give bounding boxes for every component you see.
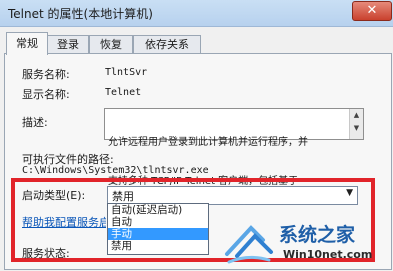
watermark-logo: 系统之家 Win10net.com <box>223 214 393 268</box>
tab-general[interactable]: 常规 <box>6 32 48 55</box>
title-bar: Telnet 的属性(本地计算机) ✕ <box>0 0 393 27</box>
tab-label: 登录 <box>57 38 79 51</box>
dropdown-option-auto[interactable]: 自动 <box>108 216 208 228</box>
description-label: 描述: <box>22 116 48 129</box>
description-textbox[interactable]: 允许远程用户登录到此计算机并运行程序，并 支持多种 TCP/IP Telnet … <box>104 108 364 187</box>
tab-logon[interactable]: 登录 <box>47 35 89 54</box>
watermark-url: Win10net.com <box>283 248 373 261</box>
chevron-down-icon[interactable]: ▼ <box>346 188 353 198</box>
window-title: Telnet 的属性(本地计算机) <box>8 7 153 21</box>
tab-label: 依存关系 <box>145 38 189 51</box>
description-scrollbar[interactable]: ▲ ▼ <box>349 109 363 139</box>
tab-label: 恢复 <box>100 38 122 51</box>
service-name-value: TlntSvr <box>105 67 148 78</box>
tab-recovery[interactable]: 恢复 <box>89 35 133 54</box>
exe-path-value: C:\Windows\System32\tlntsvr.exe <box>22 165 209 176</box>
dropdown-option-disabled[interactable]: 禁用 <box>108 240 208 252</box>
dropdown-option-manual[interactable]: 手动 <box>108 228 208 240</box>
close-button[interactable]: ✕ <box>352 1 392 21</box>
display-name-label: 显示名称: <box>22 88 70 101</box>
close-icon: ✕ <box>366 3 378 18</box>
tab-dependencies[interactable]: 依存关系 <box>133 35 201 54</box>
description-line: 允许远程用户登录到此计算机并运行程序，并 <box>108 137 308 148</box>
startup-type-value: 禁用 <box>112 190 134 203</box>
scroll-up-icon[interactable]: ▲ <box>350 109 363 122</box>
service-name-label: 服务名称: <box>22 68 70 81</box>
help-configure-link[interactable]: 帮助我配置服务启 <box>22 214 106 230</box>
startup-type-dropdown[interactable]: 自动(延迟启动) 自动 手动 禁用 <box>107 203 209 255</box>
service-status-label: 服务状态: <box>22 247 70 260</box>
dropdown-option-auto-delayed[interactable]: 自动(延迟启动) <box>108 204 208 216</box>
display-name-value: Telnet <box>105 87 142 98</box>
scroll-down-icon[interactable]: ▼ <box>350 122 363 135</box>
startup-type-label: 启动类型(E): <box>22 189 86 202</box>
tab-label: 常规 <box>16 37 38 50</box>
watermark-brand: 系统之家 <box>279 224 356 246</box>
